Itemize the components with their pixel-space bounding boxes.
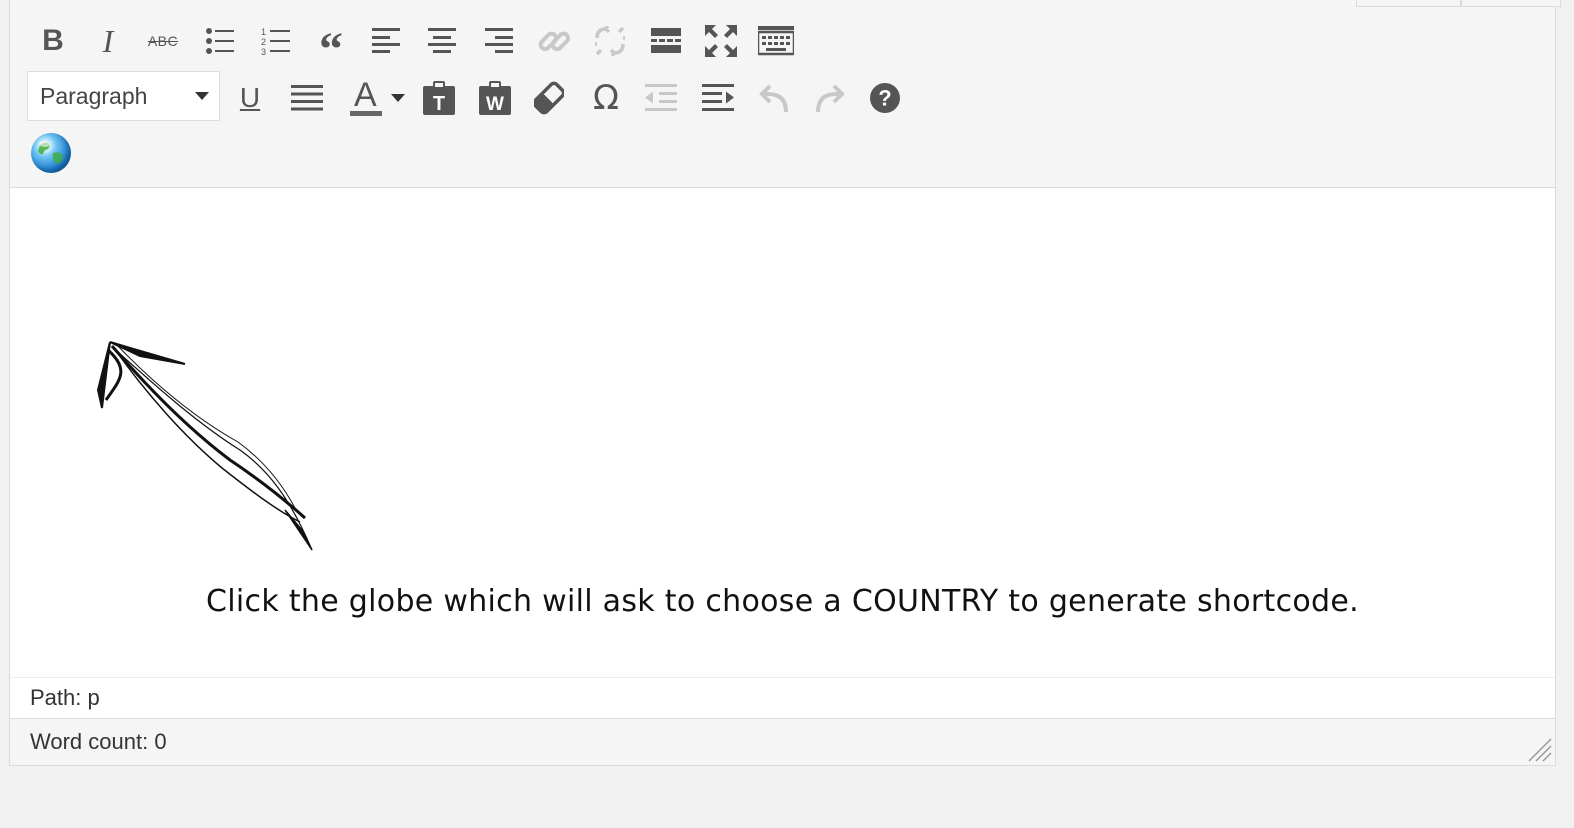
bullet-list-icon: [206, 28, 234, 54]
underline-icon: U: [239, 82, 261, 113]
help-button[interactable]: ?: [865, 78, 905, 118]
paste-text-button[interactable]: T: [419, 78, 459, 118]
italic-icon: I: [102, 22, 114, 59]
text-color-dropdown[interactable]: [388, 78, 408, 118]
tab-edge: [1461, 0, 1561, 7]
justify-icon: [291, 85, 323, 111]
insert-link-button[interactable]: [534, 21, 574, 61]
align-center-icon: [428, 28, 456, 53]
toolbar-toggle-button[interactable]: [756, 21, 796, 61]
text-color-button[interactable]: A: [342, 76, 390, 118]
undo-button[interactable]: [754, 78, 794, 118]
clear-formatting-button[interactable]: [529, 78, 569, 118]
svg-text:T: T: [433, 93, 445, 115]
italic-button[interactable]: I: [88, 21, 128, 61]
bold-icon: B: [42, 24, 64, 57]
globe-icon: [38, 141, 63, 164]
svg-text:?: ?: [878, 86, 891, 111]
special-character-button[interactable]: Ω: [586, 78, 626, 118]
unlink-icon: [595, 26, 625, 56]
text-color-icon: A: [350, 76, 382, 116]
tab-edge: [1356, 0, 1461, 7]
remove-link-button[interactable]: [590, 21, 630, 61]
editor-content[interactable]: Click the globe which will ask to choose…: [10, 188, 1555, 677]
paste-text-icon: T: [423, 81, 455, 115]
blockquote-button[interactable]: “: [311, 21, 351, 74]
justify-button[interactable]: [287, 78, 327, 118]
outdent-button[interactable]: [641, 78, 681, 118]
undo-icon: [759, 84, 788, 113]
paste-word-button[interactable]: W: [475, 78, 515, 118]
status-bar: Word count: 0: [10, 719, 1555, 765]
country-shortcode-button[interactable]: [31, 133, 71, 173]
strikethrough-button[interactable]: ABC: [143, 21, 183, 61]
paste-word-icon: W: [479, 81, 511, 115]
redo-button[interactable]: [810, 78, 850, 118]
align-center-button[interactable]: [422, 21, 462, 61]
indent-icon: [702, 84, 734, 111]
svg-text:2: 2: [261, 37, 266, 47]
element-path-bar: Path: p: [10, 677, 1555, 719]
align-right-button[interactable]: [478, 21, 518, 61]
align-left-icon: [372, 28, 400, 53]
toolbar-row-2: U A T W Ω ?: [10, 76, 1555, 126]
word-count: Word count: 0: [30, 729, 167, 754]
chevron-down-icon: [391, 94, 405, 102]
strikethrough-icon: ABC: [147, 33, 179, 49]
help-icon: ?: [870, 83, 900, 113]
bold-button[interactable]: B: [33, 21, 73, 61]
svg-text:3: 3: [261, 47, 266, 56]
editor: B I ABC 1 2 3 “ Paragraph U A T W Ω ? Cl…: [9, 0, 1561, 766]
bullet-list-button[interactable]: [200, 21, 240, 61]
numbered-list-button[interactable]: 1 2 3: [256, 21, 296, 61]
svg-text:1: 1: [261, 27, 266, 37]
link-icon: [538, 31, 571, 52]
align-right-icon: [485, 28, 513, 53]
resize-handle-icon[interactable]: [1527, 737, 1553, 763]
fullscreen-button[interactable]: [701, 21, 741, 61]
read-more-button[interactable]: [646, 21, 686, 61]
redo-icon: [816, 84, 845, 113]
text-color-swatch: [350, 111, 382, 116]
fullscreen-icon: [705, 25, 737, 57]
blockquote-icon: “: [319, 23, 343, 76]
instruction-text: Click the globe which will ask to choose…: [206, 584, 1359, 619]
omega-icon: Ω: [593, 78, 619, 118]
hand-drawn-arrow: [96, 341, 313, 551]
svg-text:W: W: [486, 94, 504, 115]
indent-button[interactable]: [698, 78, 738, 118]
element-path: Path: p: [30, 685, 100, 710]
align-left-button[interactable]: [367, 21, 407, 61]
underline-button[interactable]: U: [230, 78, 270, 118]
editor-toolbar: B I ABC 1 2 3 “ Paragraph U A T W Ω ?: [10, 0, 1561, 188]
keyboard-icon: [758, 26, 794, 56]
text-color-letter: A: [354, 76, 377, 114]
eraser-icon: [534, 81, 564, 115]
toolbar-row-1: B I ABC 1 2 3 “: [10, 19, 1555, 74]
read-more-icon: [651, 28, 681, 53]
outdent-icon: [645, 84, 677, 111]
numbered-list-icon: 1 2 3: [261, 27, 290, 56]
